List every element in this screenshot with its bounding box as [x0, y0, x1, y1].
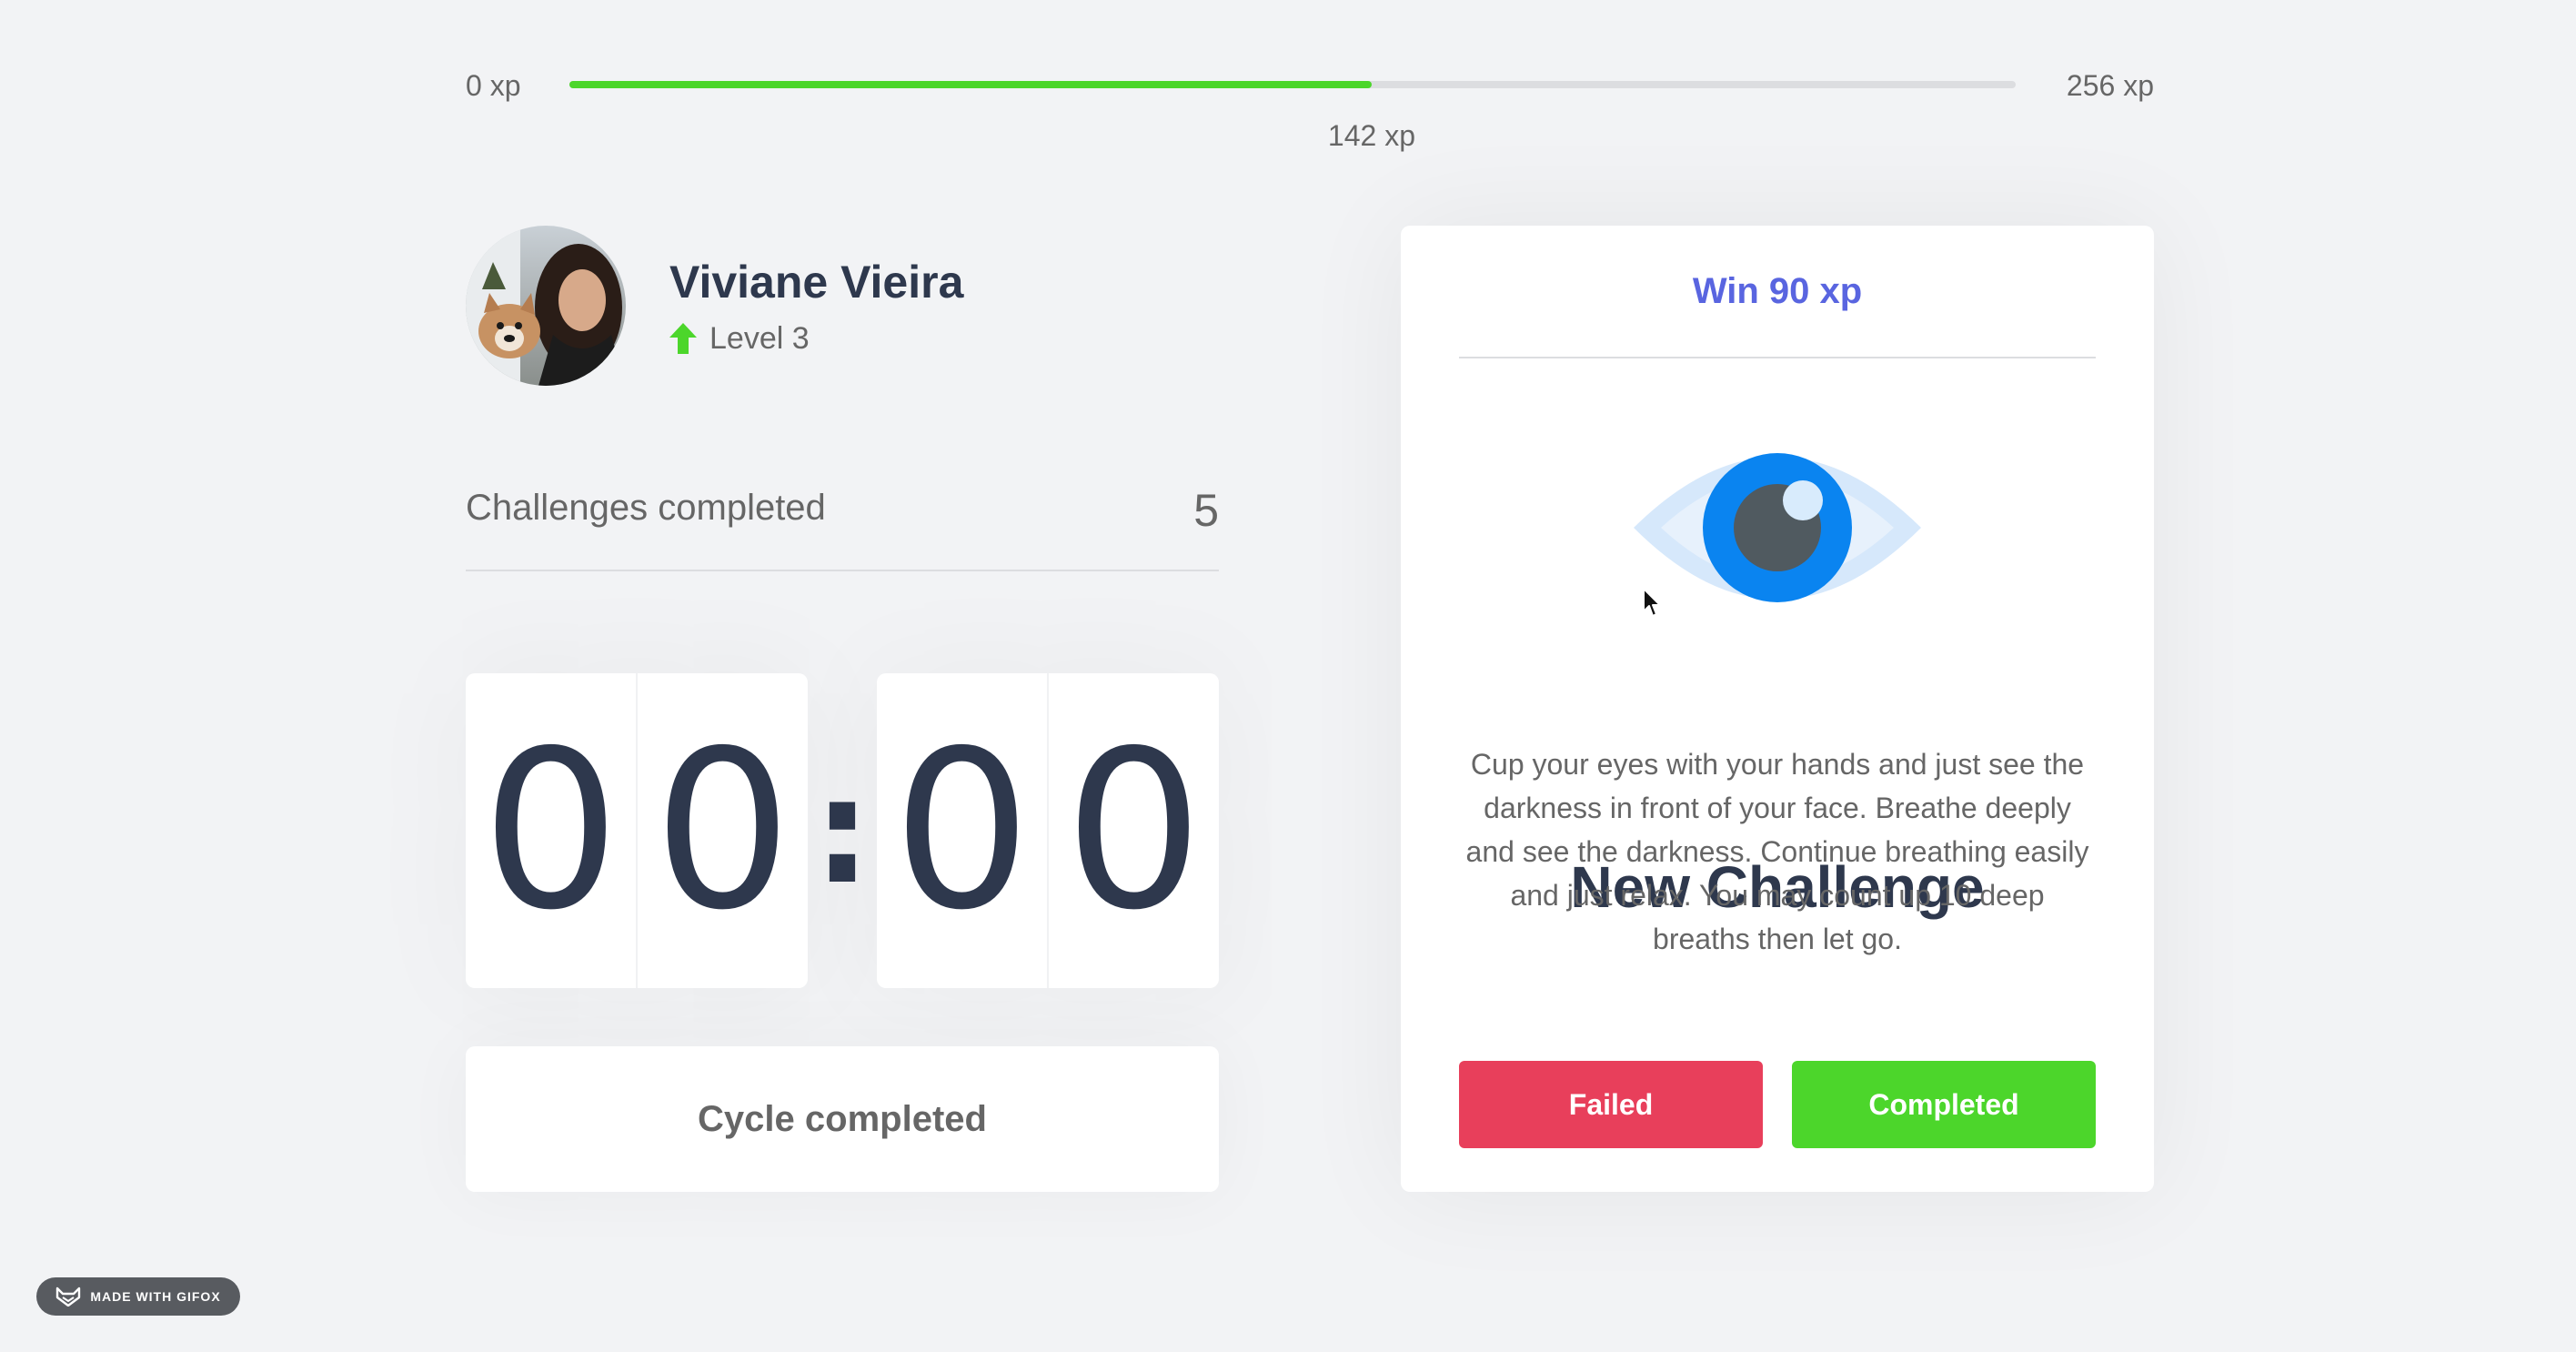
- xp-current-label: 142 xp: [1327, 119, 1415, 152]
- level-label: Level 3: [709, 320, 810, 356]
- minutes-group: 0 0: [466, 673, 808, 988]
- countdown: 0 0 : 0 0: [466, 673, 1219, 988]
- profile: Viviane Vieira Level 3: [466, 226, 963, 386]
- challenges-completed-count: 5: [1193, 485, 1219, 536]
- second-digit: 0: [877, 673, 1049, 988]
- xp-min-label: 0 xp: [466, 69, 521, 102]
- xp-fill: [569, 81, 1372, 88]
- minute-digit: 0: [466, 673, 638, 988]
- xp-max-label: 256 xp: [2066, 69, 2154, 102]
- gifox-logo-icon: [56, 1286, 81, 1307]
- challenge-card: Win 90 xp New Challenge Cup your eyes wi…: [1401, 226, 2154, 1192]
- completed-button[interactable]: Completed: [1792, 1061, 2096, 1148]
- cycle-completed-button[interactable]: Cycle completed: [466, 1046, 1219, 1192]
- level-up-arrow-icon: [669, 323, 697, 354]
- mouse-cursor-icon: [1643, 588, 1661, 617]
- watermark-label: MADE WITH GIFOX: [90, 1289, 221, 1304]
- minute-digit: 0: [653, 703, 792, 958]
- challenge-description: Cup your eyes with your hands and just s…: [1465, 748, 2089, 955]
- seconds-group: 0 0: [877, 673, 1219, 988]
- profile-name: Viviane Vieira: [669, 256, 964, 308]
- challenges-completed-label: Challenges completed: [466, 488, 826, 528]
- challenges-completed: Challenges completed 5: [466, 480, 1219, 571]
- profile-level: Level 3: [669, 321, 963, 357]
- profile-info: Viviane Vieira Level 3: [669, 256, 963, 357]
- challenge-reward: Win 90 xp: [1459, 226, 2096, 358]
- challenge-actions: Failed Completed: [1459, 1061, 2096, 1148]
- gifox-watermark: MADE WITH GIFOX: [36, 1277, 240, 1316]
- eye-icon: [1634, 453, 1921, 602]
- experience-bar: 0 xp 142 xp 256 xp: [466, 66, 2154, 152]
- countdown-separator: :: [813, 745, 871, 916]
- xp-track: 142 xp: [569, 81, 2016, 152]
- second-digit: 0: [1064, 703, 1203, 958]
- failed-button[interactable]: Failed: [1459, 1061, 1763, 1148]
- avatar: [466, 226, 626, 386]
